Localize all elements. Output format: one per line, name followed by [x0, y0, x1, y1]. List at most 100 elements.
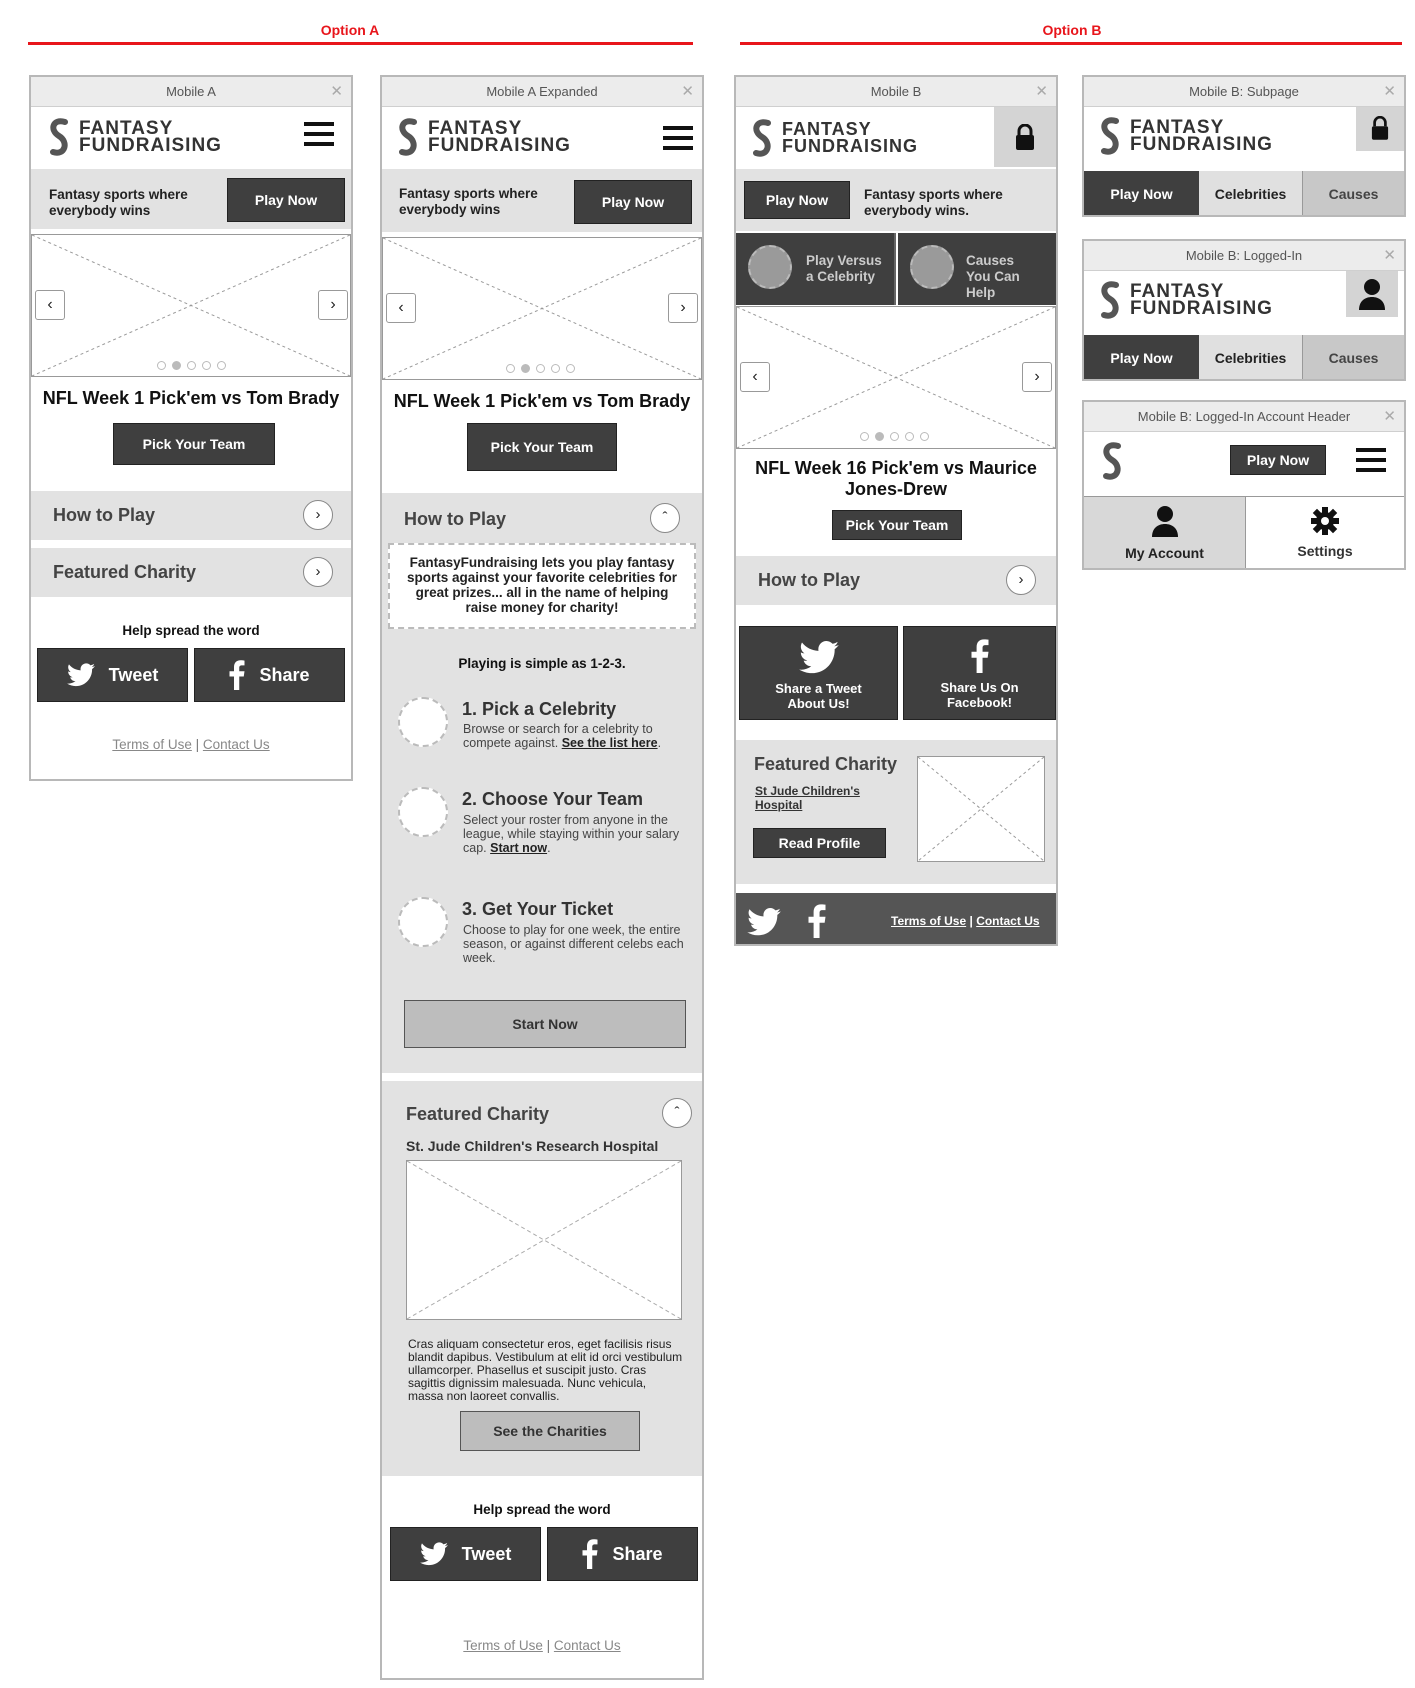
play-versus-label: Play Versus a Celebrity [806, 253, 882, 284]
play-now-button[interactable]: Play Now [227, 178, 345, 222]
share-tweet-button[interactable]: Share a Tweet About Us! [739, 626, 898, 720]
brand-line2: FUNDRAISING [79, 135, 222, 156]
hamburger-menu-icon[interactable] [304, 122, 334, 146]
tab-celebrities[interactable]: Celebrities [1199, 171, 1303, 215]
terms-link[interactable]: Terms of Use [891, 914, 966, 928]
pick-team-button[interactable]: Pick Your Team [113, 423, 275, 465]
close-icon[interactable]: ✕ [1035, 77, 1048, 107]
hamburger-menu-icon[interactable] [1356, 448, 1386, 472]
chevron-right-icon[interactable]: › [303, 557, 333, 587]
see-list-link[interactable]: See the list here [562, 736, 658, 750]
terms-link[interactable]: Terms of Use [463, 1638, 543, 1653]
charity-image [406, 1160, 682, 1320]
mobile-b-subpage-frame: Mobile B: Subpage ✕ FANTASY FUNDRAISING Pl… [1082, 75, 1406, 217]
my-account-label: My Account [1125, 545, 1204, 561]
twitter-icon[interactable] [746, 908, 782, 936]
facebook-icon [229, 660, 245, 690]
chevron-right-icon[interactable]: › [303, 500, 333, 530]
play-now-button[interactable]: Play Now [744, 181, 850, 219]
contact-link[interactable]: Contact Us [976, 914, 1039, 928]
chevron-right-icon[interactable]: › [1006, 565, 1036, 595]
tweet-label: Tweet [108, 664, 159, 685]
carousel-prev-icon[interactable]: ‹ [35, 290, 65, 320]
carousel-next-icon[interactable]: › [668, 293, 698, 323]
causes-tile[interactable]: Causes You Can Help [898, 233, 1056, 305]
account-button[interactable] [1346, 271, 1398, 317]
start-now-link[interactable]: Start now [490, 841, 547, 855]
see-charities-button[interactable]: See the Charities [460, 1411, 640, 1451]
how-to-play-label[interactable]: How to Play [404, 509, 506, 530]
gear-icon [1311, 507, 1339, 535]
featured-charity-label: Featured Charity [754, 754, 898, 774]
share-button[interactable]: Share [194, 648, 345, 702]
tab-play-now[interactable]: Play Now [1084, 171, 1199, 215]
terms-link[interactable]: Terms of Use [112, 737, 192, 752]
lock-icon [1371, 116, 1389, 140]
carousel-dots[interactable] [506, 364, 575, 373]
close-icon[interactable]: ✕ [1383, 77, 1396, 107]
tab-causes[interactable]: Causes [1303, 335, 1404, 379]
chevron-up-icon[interactable]: ˆ [650, 503, 680, 533]
charity-link[interactable]: St Jude Children's Hospital [755, 784, 865, 812]
start-now-button[interactable]: Start Now [404, 1000, 686, 1048]
lock-button[interactable] [994, 107, 1056, 167]
game-heading: NFL Week 1 Pick'em vs Tom Brady [42, 388, 340, 408]
tab-celebrities[interactable]: Celebrities [1199, 335, 1303, 379]
how-to-play-section[interactable]: How to Play › [736, 556, 1056, 605]
read-profile-button[interactable]: Read Profile [753, 828, 886, 858]
pick-team-button[interactable]: Pick Your Team [832, 510, 962, 540]
carousel-prev-icon[interactable]: ‹ [386, 293, 416, 323]
hamburger-menu-icon[interactable] [663, 126, 693, 150]
window-title: Mobile B: Logged-In Account Header [1137, 409, 1351, 424]
how-to-play-label: How to Play [758, 570, 861, 590]
tweet-button[interactable]: Tweet [390, 1527, 541, 1581]
brand-logo[interactable]: FANTASY FUNDRAISING [396, 116, 571, 158]
carousel-next-icon[interactable]: › [318, 290, 348, 320]
contact-link[interactable]: Contact Us [554, 1638, 621, 1653]
pick-team-button[interactable]: Pick Your Team [467, 423, 617, 471]
user-icon [1151, 506, 1178, 537]
featured-charity-label[interactable]: Featured Charity [406, 1104, 549, 1125]
play-versus-tile[interactable]: Play Versus a Celebrity [736, 233, 896, 305]
window-title: Mobile B: Logged-In [1185, 248, 1303, 263]
logo-icon[interactable] [1100, 440, 1124, 482]
brand-logo[interactable]: FANTASY FUNDRAISING [1098, 115, 1273, 157]
facebook-icon [582, 1539, 598, 1569]
how-to-play-section[interactable]: How to Play › [31, 491, 351, 540]
carousel-next-icon[interactable]: › [1022, 362, 1052, 392]
brand-logo[interactable]: FANTASY FUNDRAISING [1098, 279, 1273, 321]
brand-line2: FUNDRAISING [428, 135, 571, 156]
contact-link[interactable]: Contact Us [203, 737, 270, 752]
play-now-button[interactable]: Play Now [574, 180, 692, 224]
how-to-play-label: How to Play [53, 505, 156, 525]
close-icon[interactable]: ✕ [681, 77, 694, 107]
settings-tile[interactable]: Settings [1246, 496, 1404, 568]
charity-description: Cras aliquam consectetur eros, eget faci… [408, 1337, 683, 1403]
featured-charity-section[interactable]: Featured Charity › [31, 548, 351, 597]
chevron-up-icon[interactable]: ˆ [662, 1098, 692, 1128]
tab-causes[interactable]: Causes [1303, 171, 1404, 215]
footer-links: Terms of Use | Contact Us [463, 1638, 621, 1653]
carousel-dots[interactable] [860, 432, 929, 441]
tweet-button[interactable]: Tweet [37, 648, 188, 702]
play-now-button[interactable]: Play Now [1230, 445, 1326, 475]
carousel-prev-icon[interactable]: ‹ [740, 362, 770, 392]
brand-logo[interactable]: FANTASY FUNDRAISING [750, 117, 918, 159]
window-titlebar: Mobile A ✕ [31, 77, 351, 107]
share-facebook-button[interactable]: Share Us On Facebook! [903, 626, 1056, 720]
close-icon[interactable]: ✕ [1383, 402, 1396, 432]
carousel-dots[interactable] [157, 361, 226, 370]
logo-icon [50, 118, 68, 156]
close-icon[interactable]: ✕ [1383, 241, 1396, 271]
window-title: Mobile B: Subpage [1189, 84, 1299, 99]
brand-line2: FUNDRAISING [1130, 298, 1273, 319]
close-icon[interactable]: ✕ [330, 77, 343, 107]
tagline: Fantasy sports where everybody wins [49, 187, 188, 218]
lock-button[interactable] [1356, 107, 1404, 151]
my-account-tile[interactable]: My Account [1084, 496, 1246, 568]
step1-text: Browse or search for a celebrity to comp… [463, 722, 662, 750]
facebook-icon[interactable] [808, 904, 826, 938]
tab-play-now[interactable]: Play Now [1084, 335, 1199, 379]
share-button[interactable]: Share [547, 1527, 698, 1581]
brand-logo[interactable]: FANTASY FUNDRAISING [47, 116, 222, 158]
